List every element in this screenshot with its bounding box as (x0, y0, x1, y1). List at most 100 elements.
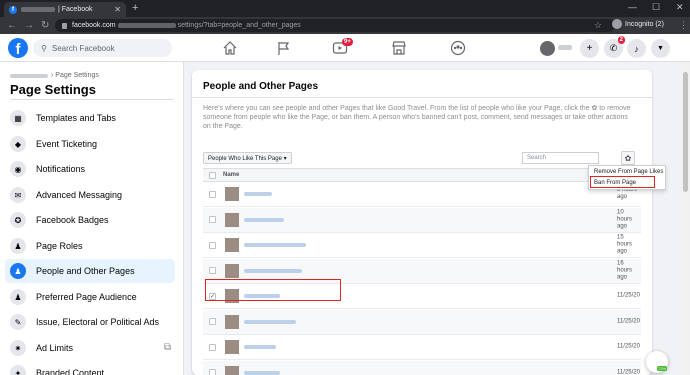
search-input[interactable]: ⚲ Search Facebook (33, 39, 172, 57)
page-scrollbar[interactable] (681, 62, 690, 375)
reload-icon[interactable]: ↻ (41, 20, 49, 31)
sidebar-item-label: Branded Content (36, 368, 105, 375)
liked-time: 11/25/20 (617, 369, 640, 375)
avatar[interactable] (225, 263, 239, 278)
row-checkbox[interactable] (209, 241, 216, 249)
messenger-button[interactable]: ✆ 2 (604, 36, 625, 58)
row-checkbox[interactable] (209, 343, 216, 351)
sidebar-item-label: Preferred Page Audience (36, 292, 137, 302)
profile-name-redacted[interactable] (558, 45, 572, 50)
browser-menu-icon[interactable]: ⋮ (679, 20, 688, 31)
row-checkbox[interactable] (209, 369, 216, 375)
notifications-button[interactable]: ♪ (627, 39, 646, 58)
back-arrow-icon[interactable]: ← (7, 20, 17, 31)
messenger-badge: 2 (617, 36, 625, 44)
globe-icon: ◉ (10, 161, 26, 177)
section-title: People and Other Pages (203, 81, 319, 92)
bookmark-star-icon[interactable]: ☆ (594, 20, 602, 31)
avatar[interactable] (225, 340, 239, 354)
facebook-logo-icon[interactable]: f (8, 38, 28, 58)
person-name-redacted[interactable] (244, 243, 306, 247)
search-placeholder: Search Facebook (51, 43, 115, 53)
wrench-icon: ✎ (10, 314, 26, 330)
row-checkbox[interactable] (209, 216, 216, 223)
sidebar-item-label: Notifications (36, 164, 86, 174)
avatar[interactable] (225, 365, 239, 375)
page-name-redacted[interactable] (10, 73, 48, 78)
avatar[interactable] (225, 238, 239, 252)
forward-arrow-icon[interactable]: → (24, 20, 34, 31)
sidebar-item[interactable]: ✪ Facebook Badges (5, 208, 175, 232)
table-row[interactable]: 11/25/20 (203, 335, 641, 360)
plus-icon: + (586, 43, 593, 54)
sidebar-item[interactable]: ✉ Advanced Messaging (5, 183, 175, 207)
facebook-favicon-icon: f (9, 5, 17, 14)
sidebar-item[interactable]: ◆ Event Ticketing (5, 132, 175, 156)
divider (10, 99, 174, 100)
column-header-name: Name (223, 172, 240, 178)
url-host: facebook.com (72, 22, 116, 29)
person-name-redacted[interactable] (244, 217, 284, 222)
external-link-icon[interactable]: ⧉ (164, 342, 171, 353)
address-bar[interactable]: facebook.com settings/?tab=people_and_ot… (55, 19, 615, 32)
close-tab-icon[interactable]: ✕ (114, 5, 121, 14)
sidebar-item[interactable]: ♟ Preferred Page Audience (5, 285, 175, 309)
sidebar-item-label: Issue, Electoral or Political Ads (36, 317, 160, 327)
select-all-checkbox[interactable] (209, 171, 216, 179)
url-path: settings/?tab=people_and_other_pages (177, 22, 301, 29)
floating-assistant-button[interactable]: 72% (646, 351, 668, 373)
table-row[interactable]: 11/25/20 (203, 309, 641, 335)
table-row[interactable]: 10 hours ago (203, 207, 641, 233)
browser-tab-bar: f | Facebook ✕ + — ☐ ✕ (0, 0, 690, 17)
people-search-input[interactable]: Search (522, 152, 599, 164)
table-row[interactable]: 11/25/20 (203, 360, 641, 375)
row-checkbox[interactable] (209, 267, 216, 274)
liked-time: 11/25/20 (617, 318, 640, 324)
tab-title-redacted (21, 7, 55, 12)
row-checkbox[interactable] (209, 318, 216, 325)
sidebar-item[interactable]: ◉ Notifications (5, 157, 175, 181)
facebook-header: f ⚲ Search Facebook 9+ + ✆ 2 ♪ ▼ (0, 34, 690, 62)
person-name-redacted[interactable] (244, 319, 296, 324)
person-name-redacted[interactable] (244, 192, 272, 196)
sidebar-item[interactable]: ✦ Branded Content (5, 361, 175, 375)
new-tab-button[interactable]: + (132, 2, 138, 14)
close-window-icon[interactable]: ✕ (676, 2, 684, 13)
scrollbar-thumb[interactable] (683, 72, 688, 192)
minimize-window-icon[interactable]: — (628, 2, 637, 12)
grid-icon: ▦ (10, 110, 26, 126)
profile-button[interactable]: Incognito (2) (612, 19, 664, 29)
sidebar-item[interactable]: ▦ Templates and Tabs (5, 106, 175, 130)
avatar[interactable] (225, 187, 239, 201)
table-row[interactable]: 8 hours ago (203, 182, 641, 207)
person-name-redacted[interactable] (244, 268, 302, 273)
sidebar-item[interactable]: ♟ Page Roles (5, 234, 175, 258)
browser-tab[interactable]: f | Facebook ✕ (4, 2, 126, 17)
account-menu-button[interactable]: ▼ (651, 39, 670, 58)
row-actions-gear-button[interactable]: ✿ (621, 151, 635, 165)
settings-sidebar: › Page Settings Page Settings ▦ Templates… (0, 62, 184, 375)
avatar[interactable] (225, 212, 239, 227)
tab-title: | Facebook (58, 6, 93, 13)
maximize-window-icon[interactable]: ☐ (652, 2, 660, 13)
flag-icon[interactable] (276, 40, 292, 56)
sidebar-item[interactable]: ✎ Issue, Electoral or Political Ads (5, 310, 175, 334)
sidebar-item[interactable]: ♟ People and Other Pages (5, 259, 175, 283)
ban-item-highlight (590, 176, 655, 188)
sidebar-item-label: Templates and Tabs (36, 113, 116, 123)
groups-icon[interactable] (450, 40, 466, 56)
create-button[interactable]: + (580, 39, 599, 58)
remove-from-page-likes-item[interactable]: Remove From Page Likes (594, 169, 663, 175)
search-icon: ⚲ (41, 43, 47, 53)
table-row[interactable]: 15 hours ago (203, 233, 641, 258)
home-icon[interactable] (222, 40, 238, 56)
liked-time: 11/25/20 (617, 292, 640, 299)
avatar[interactable] (225, 314, 239, 329)
avatar[interactable] (540, 41, 555, 56)
row-checkbox[interactable] (209, 190, 216, 198)
sidebar-item[interactable]: ✷ Ad Limits ⧉ (5, 336, 175, 360)
people-filter-dropdown[interactable]: People Who Like This Page ▾ (203, 152, 292, 164)
person-name-redacted[interactable] (244, 345, 276, 349)
marketplace-icon[interactable] (391, 40, 407, 56)
person-name-redacted[interactable] (244, 370, 280, 375)
